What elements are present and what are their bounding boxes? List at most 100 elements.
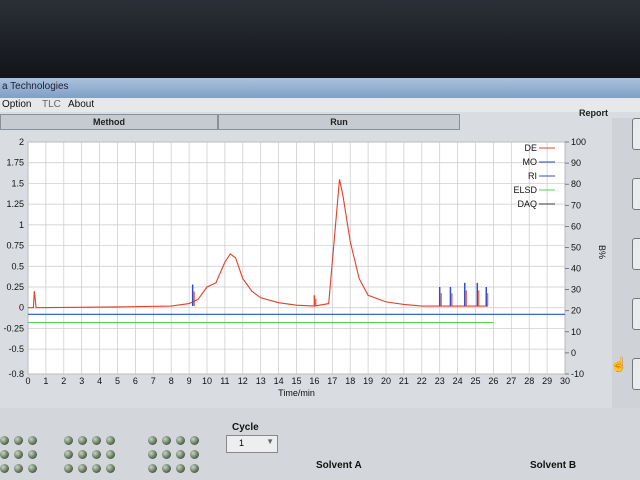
indicator-light [64,450,73,459]
indicator-light [162,450,171,459]
x-tick-label: 27 [506,376,516,386]
side-button-1[interactable] [632,118,640,150]
y-tick-label-right: 10 [571,327,581,337]
x-tick-label: 28 [524,376,534,386]
y-tick-label-left: 0 [19,303,24,313]
x-tick-label: 18 [345,376,355,386]
cycle-select[interactable]: 1 ▼ [226,435,278,453]
x-tick-label: 16 [309,376,319,386]
solvent-b-label: Solvent B [530,460,577,471]
indicator-light [176,450,185,459]
legend-label: ELSD [513,185,537,195]
bottom-panel: Cycle 1 ▼ Solvent A Solvent B [0,408,640,480]
x-tick-label: 24 [453,376,463,386]
x-tick-label: 12 [238,376,248,386]
indicator-light [78,464,87,473]
x-tick-label: 21 [399,376,409,386]
y-tick-label-right: 40 [571,264,581,274]
indicator-light [162,436,171,445]
menu-tlc[interactable]: TLC [42,99,61,110]
indicator-light [190,464,199,473]
y-tick-label-right: 60 [571,221,581,231]
indicator-light [92,450,101,459]
right-button-strip [612,118,640,448]
x-tick-label: 20 [381,376,391,386]
side-button-4[interactable] [632,298,640,330]
x-tick-label: 19 [363,376,373,386]
indicator-light [92,436,101,445]
indicator-light [190,436,199,445]
x-tick-label: 29 [542,376,552,386]
x-axis-label: Time/min [278,388,315,398]
right-axis-label: B% [597,245,607,259]
x-tick-label: 14 [274,376,284,386]
y-tick-label-right: -10 [571,369,584,379]
indicator-light [148,450,157,459]
indicator-light [14,464,23,473]
y-tick-label-right: 90 [571,158,581,168]
indicator-light [28,436,37,445]
y-tick-label-left: 0.5 [11,261,24,271]
chromatogram-panel: 0 1 2 3 4 5 6 7 8 9 10 11 12 13 14 15 16 17 18 19 20 21 22 23 24… [0,130,612,408]
x-tick-label: 22 [417,376,427,386]
indicator-light [148,464,157,473]
x-tick-label: 3 [79,376,84,386]
menu-option[interactable]: Option [2,99,31,110]
x-tick-label: 5 [115,376,120,386]
cycle-label: Cycle [232,422,259,433]
menu-about[interactable]: About [68,99,94,110]
side-button-5[interactable] [632,358,640,390]
y-tick-label-left: -0.5 [8,344,24,354]
tab-bar: Method Run Report [0,108,640,130]
side-button-2[interactable] [632,178,640,210]
y-tick-label-right: 50 [571,242,581,252]
indicator-light [0,436,9,445]
mouse-cursor-icon: ☝ [610,356,628,372]
cycle-value: 1 [239,438,245,448]
x-tick-label: 13 [256,376,266,386]
indicator-light [106,436,115,445]
indicator-light [64,464,73,473]
x-tick-label: 30 [560,376,570,386]
y-tick-label-left: 0.25 [6,282,24,292]
indicator-light [0,450,9,459]
window-title: a Technologies [2,81,69,92]
indicator-light [176,436,185,445]
indicator-light [190,450,199,459]
indicator-light [28,464,37,473]
y-tick-label-left: 2 [19,137,24,147]
x-tick-label: 17 [327,376,337,386]
x-tick-label: 9 [187,376,192,386]
y-tick-label-right: 20 [571,306,581,316]
indicator-light [14,436,23,445]
application-window: a Technologies Option TLC About Method R… [0,78,640,480]
y-tick-label-right: 100 [571,137,586,147]
indicator-light [28,450,37,459]
monitor-bezel [0,0,640,78]
y-tick-label-left: 0.75 [6,241,24,251]
y-tick-label-right: 30 [571,285,581,295]
solvent-a-label: Solvent A [316,460,362,471]
x-tick-label: 10 [202,376,212,386]
legend-label: RI [528,171,537,181]
y-tick-label-left: -0.25 [3,323,24,333]
x-tick-label: 26 [488,376,498,386]
legend-label: DE [524,143,537,153]
y-tick-label-left: -0.8 [8,369,24,379]
chromatogram-chart: 0 1 2 3 4 5 6 7 8 9 10 11 12 13 14 15 16 17 18 19 20 21 22 23 24… [3,137,607,398]
indicator-light [14,450,23,459]
indicator-light [106,464,115,473]
indicator-light [64,436,73,445]
indicator-light [78,436,87,445]
x-tick-label: 8 [169,376,174,386]
side-button-3[interactable] [632,238,640,270]
x-tick-label: 25 [470,376,480,386]
y-tick-label-right: 80 [571,179,581,189]
tab-method[interactable]: Method [0,114,218,130]
legend-label: DAQ [517,199,537,209]
indicator-light [78,450,87,459]
tab-run[interactable]: Run [218,114,460,130]
y-tick-label-left: 1.5 [11,178,24,188]
indicator-light [106,450,115,459]
x-tick-label: 0 [25,376,30,386]
